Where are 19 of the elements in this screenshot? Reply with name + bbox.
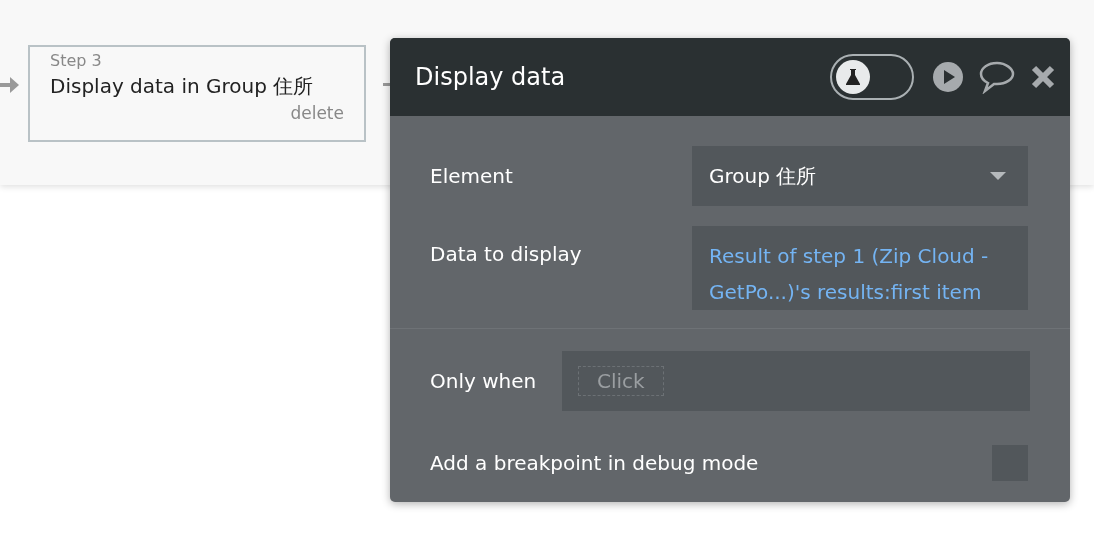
step-title: Display data in Group 住所: [50, 73, 315, 100]
field-label: Element: [430, 164, 514, 188]
comment-button[interactable]: [978, 60, 1016, 94]
condition-field[interactable]: Click: [562, 351, 1030, 411]
field-label: Only when: [430, 369, 538, 393]
step-card[interactable]: Step 3 Display data in Group 住所 delete: [28, 45, 366, 142]
flask-icon: [845, 68, 861, 86]
test-toggle[interactable]: [830, 54, 914, 100]
click-placeholder: Click: [578, 366, 664, 396]
expression-field[interactable]: Result of step 1 (Zip Cloud - GetPo...)'s results:first item: [692, 226, 1028, 310]
step-number: Step 3: [50, 51, 103, 70]
caret-icon: [990, 172, 1006, 180]
field-label: Data to display: [430, 242, 583, 266]
element-dropdown[interactable]: Group 住所: [692, 146, 1028, 206]
panel-title: Display data: [415, 63, 567, 91]
field-label: Add a breakpoint in debug mode: [430, 451, 760, 475]
close-button[interactable]: [1030, 64, 1056, 90]
delete-link[interactable]: delete: [290, 103, 344, 123]
play-button[interactable]: [932, 61, 964, 93]
